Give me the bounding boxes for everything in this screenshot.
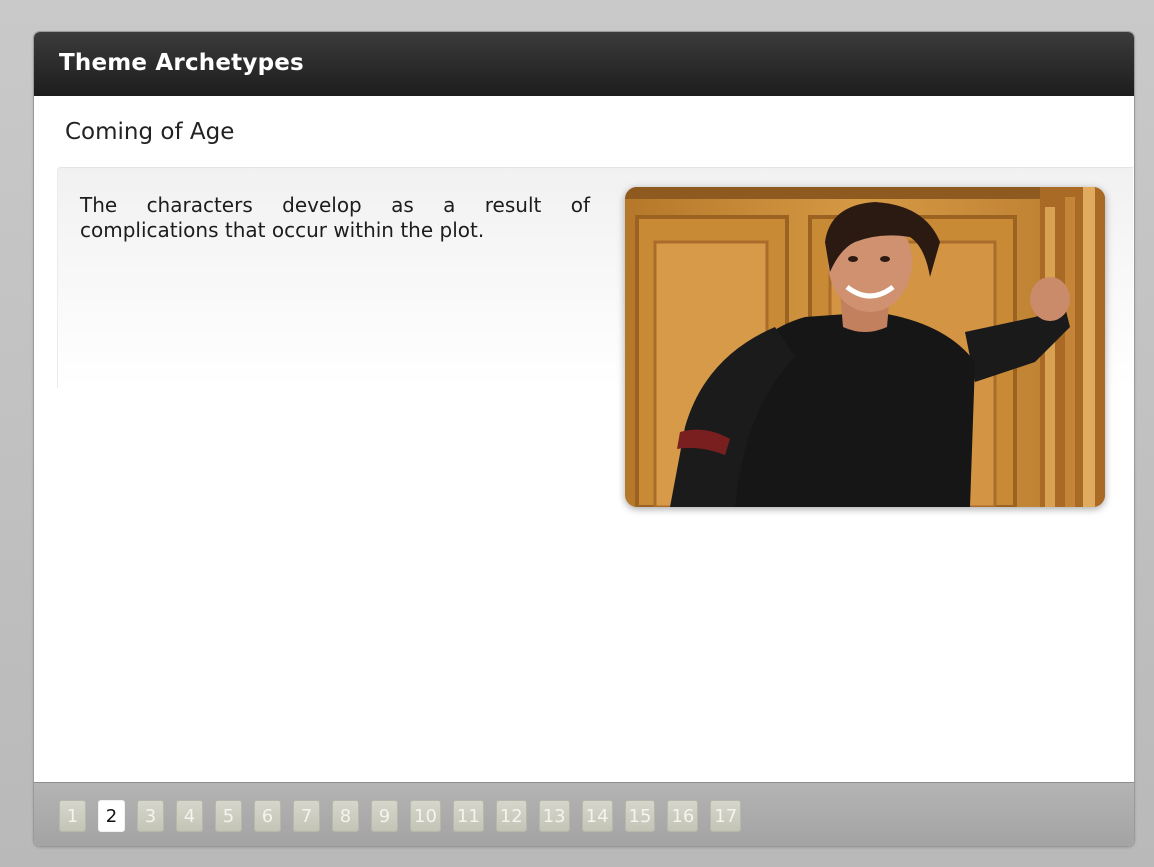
- page-button-12[interactable]: 12: [495, 800, 527, 832]
- page-button-10[interactable]: 10: [410, 800, 441, 832]
- boy-smiling-photo: [625, 187, 1105, 507]
- page-button-17[interactable]: 17: [710, 800, 742, 832]
- page-button-9[interactable]: 9: [371, 800, 398, 832]
- page-button-7[interactable]: 7: [293, 800, 320, 832]
- slide-body-text: The characters develop as a result of co…: [80, 193, 590, 242]
- page-button-11[interactable]: 11: [452, 800, 484, 832]
- page-button-4[interactable]: 4: [176, 800, 203, 832]
- pagination-bar: 1 2 3 4 5 6 7 8 9 10 11 12 13 14 15 16 17: [34, 782, 1134, 846]
- page-button-16[interactable]: 16: [667, 800, 699, 832]
- page-button-1[interactable]: 1: [59, 800, 86, 832]
- page-button-8[interactable]: 8: [332, 800, 359, 832]
- page-button-13[interactable]: 13: [538, 800, 570, 832]
- pagination: 1 2 3 4 5 6 7 8 9 10 11 12 13 14 15 16 17: [59, 800, 753, 832]
- header-bar: Theme Archetypes: [34, 32, 1134, 96]
- page-button-14[interactable]: 14: [581, 800, 613, 832]
- page-title: Theme Archetypes: [59, 50, 304, 76]
- page-button-2[interactable]: 2: [98, 800, 125, 832]
- slide-window: Theme Archetypes Coming of Age The chara…: [34, 32, 1134, 846]
- page-button-6[interactable]: 6: [254, 800, 281, 832]
- slide-subtitle: Coming of Age: [65, 119, 235, 145]
- page-button-15[interactable]: 15: [624, 800, 656, 832]
- page-button-3[interactable]: 3: [137, 800, 164, 832]
- page-button-5[interactable]: 5: [215, 800, 242, 832]
